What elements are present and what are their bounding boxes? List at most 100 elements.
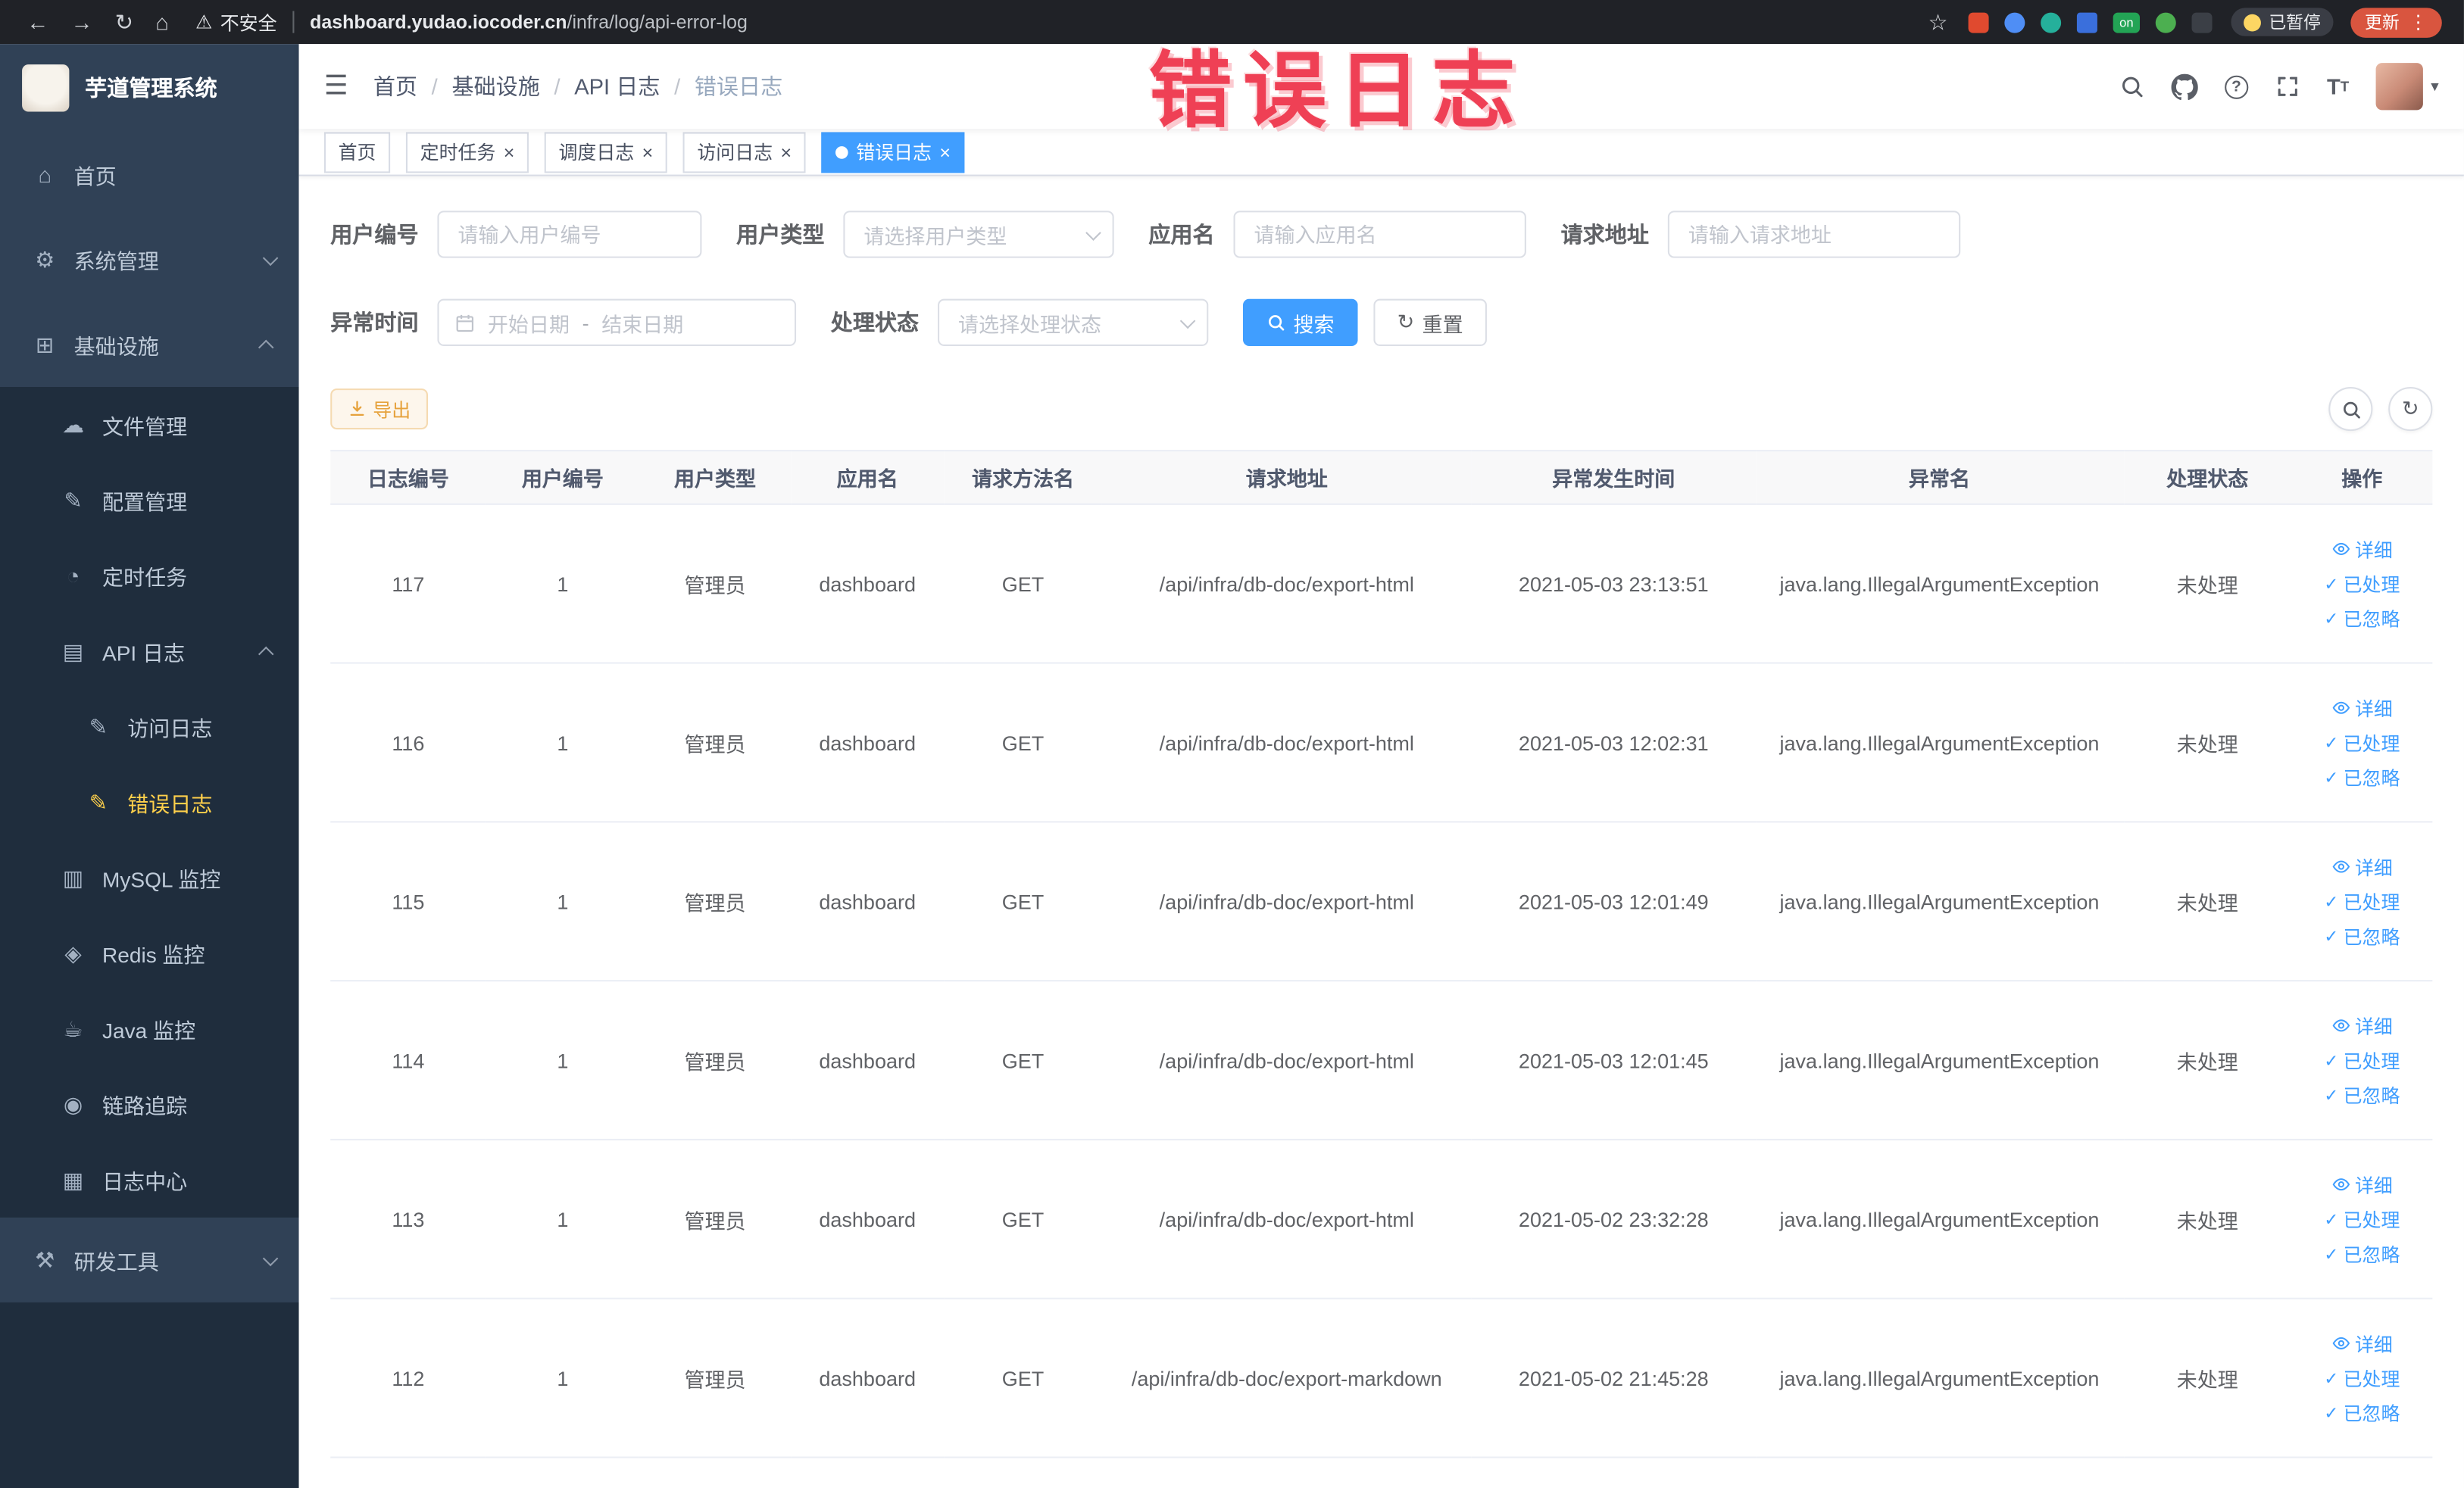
- reload-icon[interactable]: ↻: [115, 8, 133, 35]
- mark-processed-link[interactable]: ✓ 已处理: [2324, 1047, 2400, 1073]
- screen: ← → ↻ ⌂ ⚠ 不安全 dashboard.yudao.iocoder.cn…: [0, 0, 2464, 1488]
- mark-ignored-link[interactable]: ✓ 已忽略: [2324, 1240, 2400, 1267]
- forward-icon[interactable]: →: [70, 9, 92, 34]
- chevron-down-icon: [262, 1249, 279, 1266]
- emoji-icon: [2244, 13, 2261, 31]
- filter-process-status: 处理状态 请选择处理状态: [831, 298, 1209, 346]
- tab-schedule-log[interactable]: 调度日志 ×: [544, 131, 667, 173]
- mark-processed-link[interactable]: ✓ 已处理: [2324, 1365, 2400, 1391]
- sidebar-item-access-log[interactable]: ✎ 访问日志: [0, 689, 299, 765]
- col-actions: 操作: [2291, 450, 2433, 505]
- mark-processed-link[interactable]: ✓ 已处理: [2324, 570, 2400, 597]
- browser-home-icon[interactable]: ⌂: [155, 9, 169, 34]
- process-status-select[interactable]: 请选择处理状态: [938, 298, 1209, 346]
- close-icon[interactable]: ×: [939, 142, 951, 161]
- toggle-search-button[interactable]: [2328, 386, 2373, 432]
- reset-button[interactable]: ↻ 重置: [1373, 298, 1487, 346]
- search-button[interactable]: 搜索: [1242, 298, 1358, 346]
- user-avatar[interactable]: ▾: [2375, 63, 2439, 111]
- browser-menu-icon[interactable]: ⋮: [2409, 11, 2428, 33]
- close-icon[interactable]: ×: [504, 142, 515, 161]
- mark-ignored-link[interactable]: ✓ 已忽略: [2324, 922, 2400, 949]
- address-bar[interactable]: ⚠ 不安全 dashboard.yudao.iocoder.cn/infra/l…: [195, 8, 748, 35]
- sidebar-item-redis-monitor[interactable]: ◈ Redis 监控: [0, 916, 299, 991]
- close-icon[interactable]: ×: [780, 142, 792, 161]
- sidebar-item-log-center[interactable]: ▦ 日志中心: [0, 1142, 299, 1218]
- check-icon: ✓: [2324, 1403, 2339, 1423]
- user-type-select[interactable]: 请选择用户类型: [843, 211, 1114, 258]
- mark-ignored-link[interactable]: ✓ 已忽略: [2324, 1081, 2400, 1108]
- search-icon[interactable]: [2119, 74, 2144, 99]
- detail-link[interactable]: 详细: [2331, 1330, 2393, 1356]
- sidebar-item-trace[interactable]: ◉ 链路追踪: [0, 1066, 299, 1142]
- user-id-input[interactable]: [437, 211, 702, 258]
- breadcrumb-home[interactable]: 首页: [373, 70, 417, 102]
- refresh-icon: ↻: [2401, 396, 2419, 420]
- search-icon: [1268, 315, 1285, 331]
- sidebar-item-java-monitor[interactable]: ☕ Java 监控: [0, 991, 299, 1067]
- mark-processed-link[interactable]: ✓ 已处理: [2324, 729, 2400, 756]
- detail-link[interactable]: 详细: [2331, 1012, 2393, 1039]
- sidebar-item-scheduled-tasks[interactable]: ◔ 定时任务: [0, 538, 299, 613]
- extension-on-badge[interactable]: on: [2113, 11, 2140, 33]
- github-icon[interactable]: [2171, 73, 2198, 100]
- mark-ignored-link[interactable]: ✓ 已忽略: [2324, 605, 2400, 632]
- sidebar-item-api-log[interactable]: ▤ API 日志: [0, 613, 299, 689]
- bookmark-star-icon[interactable]: ☆: [1928, 8, 1947, 35]
- tab-access-log[interactable]: 访问日志 ×: [682, 131, 806, 173]
- config-icon: ✎: [64, 486, 83, 513]
- sidebar-item-error-log[interactable]: ✎ 错误日志: [0, 765, 299, 841]
- fullscreen-icon[interactable]: [2275, 74, 2300, 99]
- log-center-icon: ▦: [62, 1166, 84, 1192]
- export-button[interactable]: 导出: [330, 388, 429, 430]
- breadcrumb-api-log[interactable]: API 日志: [574, 70, 660, 102]
- detail-link[interactable]: 详细: [2331, 535, 2393, 562]
- sidebar-item-home[interactable]: ⌂ 首页: [0, 132, 299, 217]
- mark-processed-link[interactable]: ✓ 已处理: [2324, 888, 2400, 915]
- sidebar-item-file-management[interactable]: ☁ 文件管理: [0, 387, 299, 463]
- close-icon[interactable]: ×: [642, 142, 654, 161]
- col-request-url: 请求地址: [1101, 450, 1472, 505]
- extension-icon-1[interactable]: [1968, 11, 1989, 33]
- request-url-input[interactable]: [1667, 211, 1961, 258]
- table-toolbar: 导出 ↻: [330, 386, 2433, 432]
- sidebar-item-mysql-monitor[interactable]: ▥ MySQL 监控: [0, 840, 299, 916]
- hamburger-icon[interactable]: ☰: [324, 70, 348, 102]
- back-icon[interactable]: ←: [27, 9, 48, 34]
- table-row: 116 1 管理员 dashboard GET /api/infra/db-do…: [330, 663, 2433, 823]
- sidebar-item-config-management[interactable]: ✎ 配置管理: [0, 463, 299, 538]
- filter-exception-time: 异常时间 开始日期 - 结束日期: [330, 298, 797, 346]
- sidebar-item-system-management[interactable]: ⚙ 系统管理: [0, 217, 299, 302]
- app-name-input[interactable]: [1233, 211, 1526, 258]
- breadcrumb-infrastructure[interactable]: 基础设施: [451, 70, 539, 102]
- extension-icon-6[interactable]: [2155, 11, 2176, 33]
- eye-icon: [2331, 1337, 2350, 1349]
- extension-icon-3[interactable]: [2041, 11, 2062, 33]
- help-icon[interactable]: ?: [2224, 74, 2249, 98]
- mark-processed-link[interactable]: ✓ 已处理: [2324, 1206, 2400, 1232]
- mark-ignored-link[interactable]: ✓ 已忽略: [2324, 763, 2400, 790]
- extension-icon-2[interactable]: [2004, 11, 2025, 33]
- status-value: 未处理: [2123, 1139, 2292, 1299]
- detail-link[interactable]: 详细: [2331, 853, 2393, 880]
- tab-scheduled-tasks[interactable]: 定时任务 ×: [405, 131, 529, 173]
- tab-home[interactable]: 首页: [323, 131, 391, 173]
- refresh-table-button[interactable]: ↻: [2388, 386, 2433, 432]
- app-logo[interactable]: 芋道管理系统: [0, 44, 299, 132]
- logo-image: [22, 64, 70, 112]
- sidebar-item-dev-tools[interactable]: ⚒ 研发工具: [0, 1218, 299, 1302]
- date-range-picker[interactable]: 开始日期 - 结束日期: [437, 298, 797, 346]
- paused-badge[interactable]: 已暂停: [2231, 8, 2334, 36]
- tab-error-log[interactable]: 错误日志 ×: [821, 131, 965, 173]
- detail-link[interactable]: 详细: [2331, 1171, 2393, 1197]
- detail-link[interactable]: 详细: [2331, 694, 2393, 721]
- font-size-icon[interactable]: TT: [2327, 74, 2349, 99]
- tools-icon: ⚒: [35, 1246, 55, 1272]
- not-secure-warning-icon: ⚠: [195, 11, 213, 33]
- extension-icon-4[interactable]: [2076, 11, 2097, 33]
- actions-cell: 详细 ✓ 已处理 ✓ 已忽略: [2291, 1298, 2433, 1458]
- update-button[interactable]: 更新 ⋮: [2350, 7, 2442, 37]
- extension-icon-7[interactable]: [2191, 11, 2213, 33]
- mark-ignored-link[interactable]: ✓ 已忽略: [2324, 1399, 2400, 1426]
- sidebar-item-infrastructure[interactable]: ⊞ 基础设施: [0, 302, 299, 387]
